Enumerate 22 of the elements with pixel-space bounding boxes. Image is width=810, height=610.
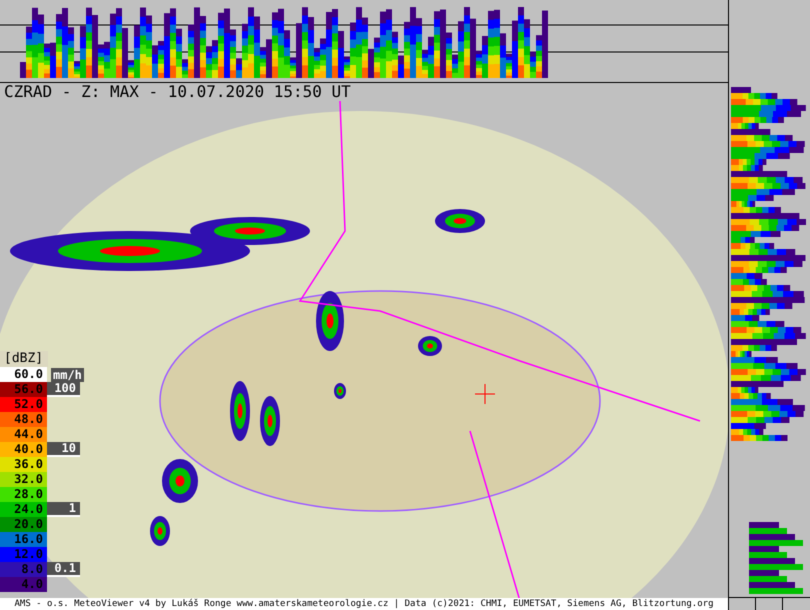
legend-swatch: 8.0	[0, 562, 47, 577]
legend-swatch: 12.0	[0, 547, 47, 562]
legend-unit: [dBZ]	[0, 351, 48, 367]
legend-swatch: 16.0	[0, 532, 47, 547]
rain-scale-label: 1	[47, 502, 80, 517]
legend-swatch: 36.0	[0, 457, 47, 472]
rain-unit: mm/h	[51, 368, 84, 382]
legend-swatch: 48.0	[0, 412, 47, 427]
legend-swatch: 20.0	[0, 517, 47, 532]
rain-scale-label: 0.1	[47, 562, 80, 577]
legend-swatch: 40.0	[0, 442, 47, 457]
rain-scale-label: 100	[47, 382, 80, 397]
legend-swatch: 44.0	[0, 427, 47, 442]
legend-swatch: 24.0	[0, 502, 47, 517]
legend-swatch: 52.0	[0, 397, 47, 412]
legend-swatch: 32.0	[0, 472, 47, 487]
footer-credits: AMS - o.s. MeteoViewer v4 by Lukáš Ronge www.amaterskameteorologie.cz | Data (c)2021: CHMI, EUMETSAT, Siemens AG, Blitzortung.org	[14, 598, 714, 610]
rain-scale-label: 10	[47, 442, 80, 457]
legend-swatch: 56.0	[0, 382, 47, 397]
legend-swatch: 4.0	[0, 577, 47, 592]
legend-swatch: 60.0	[0, 367, 47, 382]
legend-swatch: 28.0	[0, 487, 47, 502]
